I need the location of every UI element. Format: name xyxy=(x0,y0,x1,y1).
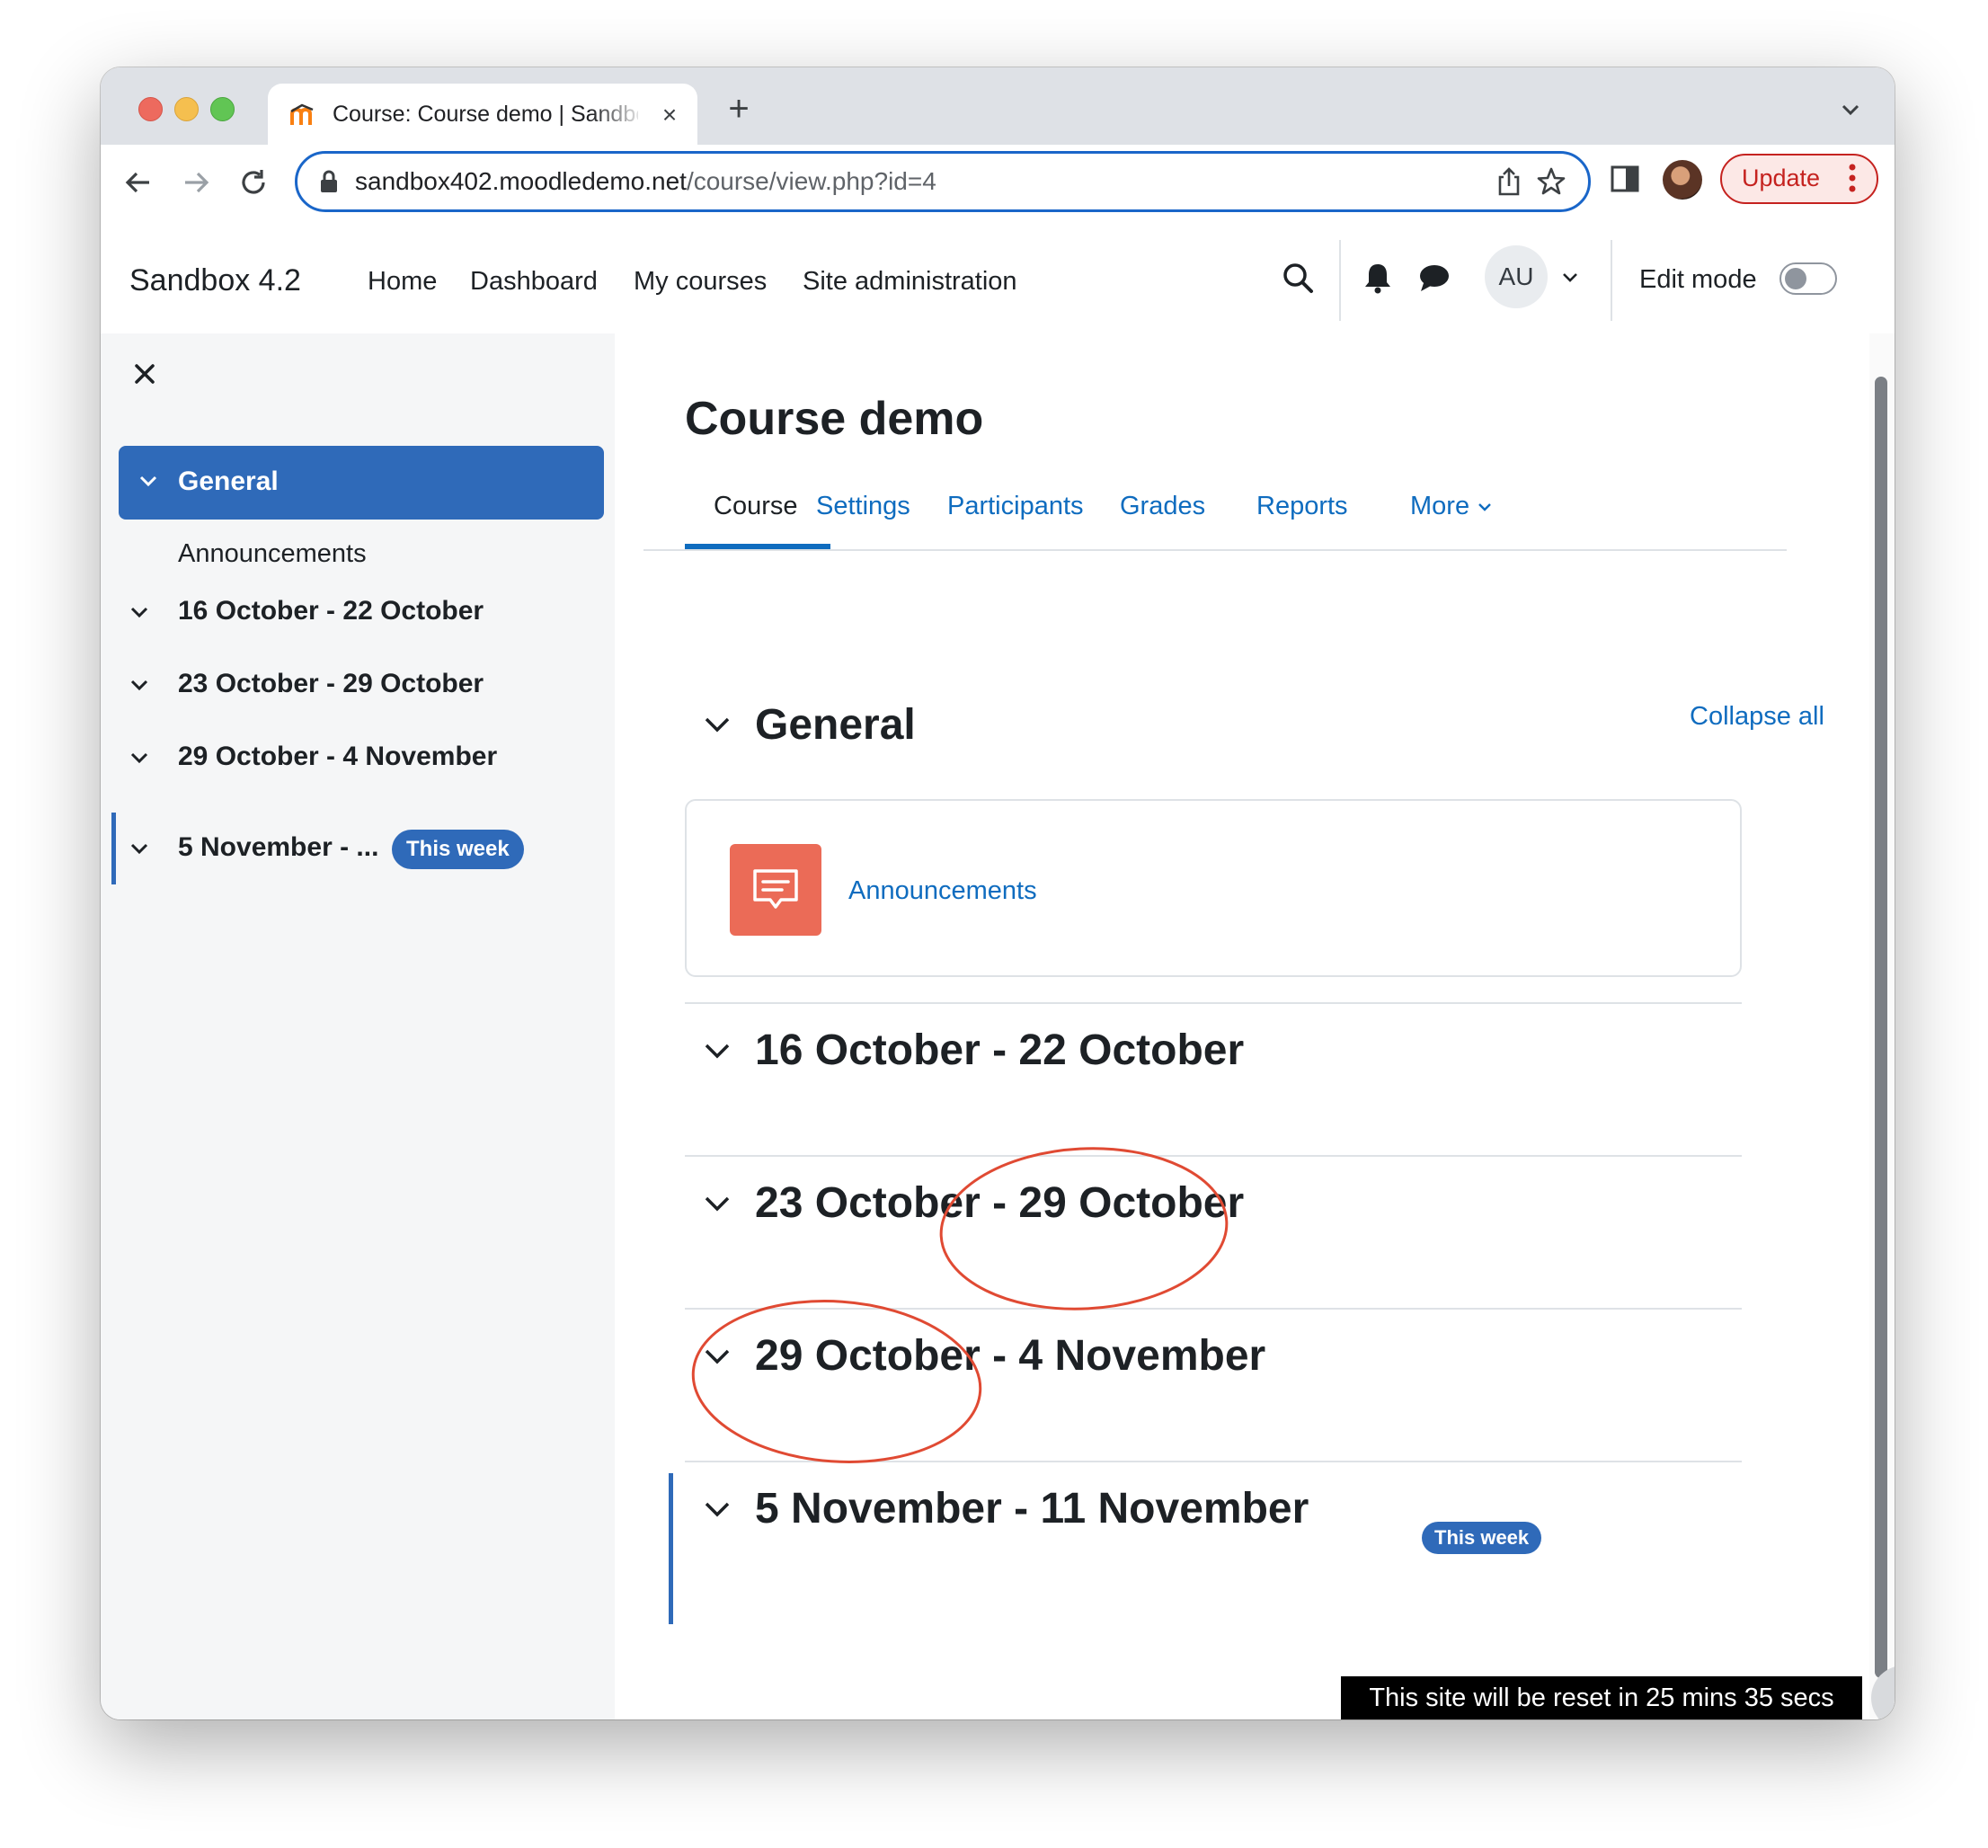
active-tab-underline xyxy=(685,544,830,549)
browser-window: Course: Course demo | Sandbox 4.2 × + sa… xyxy=(101,67,1895,1719)
back-arrow-icon[interactable] xyxy=(119,163,158,202)
url-text: sandbox402.moodledemo.net/course/view.ph… xyxy=(355,167,936,195)
chevron-down-icon[interactable] xyxy=(138,471,158,491)
side-panel-icon[interactable] xyxy=(1609,163,1641,195)
secondary-navigation: Course Settings Participants Grades Repo… xyxy=(643,468,1787,551)
current-section-indicator xyxy=(111,813,116,884)
browser-toolbar: sandbox402.moodledemo.net/course/view.ph… xyxy=(101,145,1895,227)
chevron-down-icon[interactable] xyxy=(703,1495,732,1524)
share-icon[interactable] xyxy=(1495,166,1523,197)
chevron-down-icon[interactable] xyxy=(703,1342,732,1371)
nav-dashboard[interactable]: Dashboard xyxy=(470,265,598,298)
navbar-divider xyxy=(1339,240,1341,321)
chevron-down-icon[interactable] xyxy=(129,602,149,622)
course-index-section[interactable]: 16 October - 22 October xyxy=(129,591,597,631)
reset-notice: This site will be reset in 25 mins 35 se… xyxy=(1341,1676,1862,1719)
course-section-current: 5 November - 11 November xyxy=(685,1461,1742,1570)
profile-avatar[interactable] xyxy=(1663,160,1702,200)
close-tab-icon[interactable]: × xyxy=(656,102,683,129)
close-drawer-icon[interactable] xyxy=(131,360,158,387)
moodle-navbar: Sandbox 4.2 Home Dashboard My courses Si… xyxy=(101,226,1895,335)
chevron-down-icon[interactable] xyxy=(703,710,732,739)
kebab-menu-icon xyxy=(1849,164,1856,192)
messages-chat-icon[interactable] xyxy=(1418,263,1451,292)
maximize-window-button[interactable] xyxy=(210,97,235,121)
activity-card-announcements: Announcements xyxy=(685,799,1742,977)
nav-my-courses[interactable]: My courses xyxy=(634,265,767,298)
moodle-favicon-icon xyxy=(290,103,314,125)
update-button[interactable]: Update xyxy=(1720,154,1878,204)
bookmark-star-icon[interactable] xyxy=(1536,166,1566,197)
chevron-down-icon[interactable] xyxy=(129,675,149,695)
course-section: 29 October - 4 November xyxy=(685,1308,1742,1417)
page-title: Course demo xyxy=(685,393,984,445)
tab-reports[interactable]: Reports xyxy=(1256,488,1348,524)
tab-grades[interactable]: Grades xyxy=(1120,488,1205,524)
announcements-link[interactable]: Announcements xyxy=(848,873,1037,909)
user-menu-chevron-icon[interactable] xyxy=(1560,267,1580,287)
nav-home[interactable]: Home xyxy=(368,265,437,298)
navbar-divider xyxy=(1611,240,1612,321)
tab-strip: Course: Course demo | Sandbox 4.2 × + xyxy=(101,67,1895,145)
chevron-down-icon[interactable] xyxy=(703,1189,732,1218)
course-index-item-announcements[interactable]: Announcements xyxy=(178,537,367,571)
nav-site-administration[interactable]: Site administration xyxy=(803,265,1017,298)
course-index-section[interactable]: 23 October - 29 October xyxy=(129,664,597,704)
course-index-section[interactable]: 29 October - 4 November xyxy=(129,737,597,777)
tab-search-chevron-icon[interactable] xyxy=(1837,96,1864,123)
chevron-down-icon[interactable] xyxy=(129,839,149,858)
new-tab-button[interactable]: + xyxy=(721,91,757,127)
search-icon[interactable] xyxy=(1280,260,1316,296)
edit-mode-label: Edit mode xyxy=(1639,265,1757,294)
course-index-section-current[interactable]: 5 November - ... This week xyxy=(129,828,597,869)
tab-settings[interactable]: Settings xyxy=(816,488,910,524)
address-bar[interactable]: sandbox402.moodledemo.net/course/view.ph… xyxy=(295,151,1591,212)
site-name[interactable]: Sandbox 4.2 xyxy=(129,262,301,299)
tab-course[interactable]: Course xyxy=(714,488,798,524)
chevron-down-icon[interactable] xyxy=(703,1036,732,1065)
course-section: 23 October - 29 October xyxy=(685,1155,1742,1265)
scrollbar-thumb[interactable] xyxy=(1875,377,1887,1678)
section-title[interactable]: 5 November - 11 November xyxy=(755,1480,1309,1538)
current-section-indicator xyxy=(669,1473,673,1624)
user-menu-avatar[interactable]: AU xyxy=(1485,245,1548,308)
section-title[interactable]: 29 October - 4 November xyxy=(755,1328,1265,1385)
reload-icon[interactable] xyxy=(234,163,273,202)
chevron-down-icon[interactable] xyxy=(129,748,149,768)
browser-tab-active[interactable]: Course: Course demo | Sandbox 4.2 × xyxy=(268,84,697,145)
chevron-down-icon xyxy=(1478,503,1491,512)
course-section: 16 October - 22 October xyxy=(685,1002,1742,1112)
this-week-badge: This week xyxy=(392,830,524,869)
main-content: Course demo Course Settings Participants… xyxy=(615,333,1895,1719)
section-title[interactable]: 16 October - 22 October xyxy=(755,1022,1244,1079)
section-title[interactable]: 23 October - 29 October xyxy=(755,1175,1244,1232)
close-window-button[interactable] xyxy=(138,97,163,121)
edit-mode-toggle[interactable] xyxy=(1779,262,1837,295)
forward-arrow-icon[interactable] xyxy=(176,163,216,202)
tab-participants[interactable]: Participants xyxy=(947,488,1084,524)
forum-activity-icon xyxy=(730,844,821,936)
minimize-window-button[interactable] xyxy=(174,97,199,121)
lock-icon xyxy=(321,170,337,192)
toggle-knob xyxy=(1785,268,1806,289)
tab-more[interactable]: More xyxy=(1410,488,1493,524)
speech-bubble-icon xyxy=(753,869,798,909)
section-title-general: General xyxy=(755,701,916,749)
notification-bell-icon[interactable] xyxy=(1362,262,1393,294)
course-index-general[interactable]: General xyxy=(119,446,604,520)
course-index-drawer: General Announcements 16 October - 22 Oc… xyxy=(101,333,615,1719)
collapse-all-link[interactable]: Collapse all xyxy=(1690,698,1824,734)
this-week-badge: This week xyxy=(1422,1522,1542,1554)
